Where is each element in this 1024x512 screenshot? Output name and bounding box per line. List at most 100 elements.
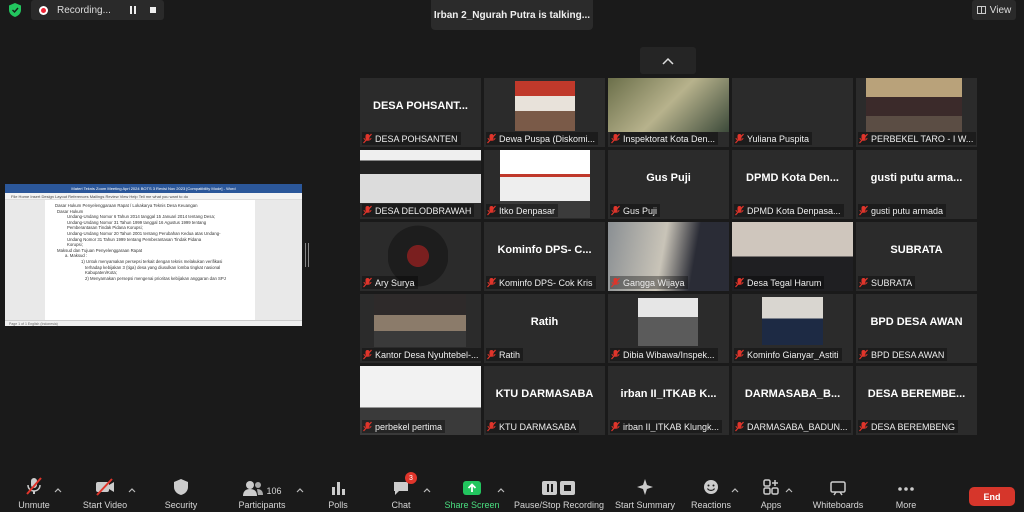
participant-name-tag: DARMASABA_BADUN... xyxy=(734,420,851,433)
participant-tile[interactable]: PERBEKEL TARO - I W... xyxy=(856,78,977,147)
shield-icon[interactable] xyxy=(9,3,21,17)
stop-recording-icon[interactable] xyxy=(148,5,158,15)
chat-button[interactable]: 3 Chat xyxy=(389,472,417,512)
participant-name: gusti putu armada xyxy=(871,205,944,216)
participant-name-tag: SUBRATA xyxy=(858,276,916,289)
participant-name: DARMASABA_BADUN... xyxy=(747,421,848,432)
participant-tile[interactable]: Kantor Desa Nyuhtebel-... xyxy=(360,294,481,363)
muted-mic-icon xyxy=(611,133,620,144)
document-title-bar: Materi Teknis Zoom Meeting Apri 2024 BOT… xyxy=(5,184,302,193)
chevron-up-icon[interactable] xyxy=(54,487,62,493)
participant-tile[interactable]: Kominfo DPS- C... Kominfo DPS- Cok Kris xyxy=(484,222,605,291)
reactions-button[interactable]: Reactions xyxy=(691,474,731,512)
polls-button[interactable]: Polls xyxy=(326,474,350,512)
participant-tile[interactable]: Kominfo Gianyar_Astiti xyxy=(732,294,853,363)
participant-name-tag: Kantor Desa Nyuhtebel-... xyxy=(362,348,481,361)
end-meeting-button[interactable]: End xyxy=(969,487,1015,506)
participant-name-tag: Dibia Wibawa/Inspek... xyxy=(610,348,718,361)
participant-name: DPMD Kota Denpasa... xyxy=(747,205,841,216)
participant-tile[interactable]: Dewa Puspa (Diskomi... xyxy=(484,78,605,147)
chevron-up-icon[interactable] xyxy=(731,487,739,493)
participant-tile[interactable]: perbekel pertima xyxy=(360,366,481,435)
participant-name: DESA BEREMBENG xyxy=(871,421,956,432)
participant-tile[interactable]: Gus Puji Gus Puji xyxy=(608,150,729,219)
participant-display-name: Ratih xyxy=(530,316,559,328)
participant-name-tag: irban II_ITKAB Klungk... xyxy=(610,420,723,433)
pause-stop-recording-button[interactable]: Pause/Stop Recording xyxy=(513,474,605,512)
chevron-up-icon[interactable] xyxy=(423,487,431,493)
participant-tile[interactable]: DESA BEREMBE... DESA BEREMBENG xyxy=(856,366,977,435)
participant-name: Dibia Wibawa/Inspek... xyxy=(623,349,715,360)
apps-button[interactable]: Apps xyxy=(759,474,783,512)
gallery-scroll-up-button[interactable] xyxy=(640,47,696,74)
video-off-icon xyxy=(96,478,114,496)
muted-mic-icon xyxy=(859,277,868,288)
security-button[interactable]: Security xyxy=(163,474,199,512)
participant-name: Dewa Puspa (Diskomi... xyxy=(499,133,596,144)
participant-tile[interactable]: Yuliana Puspita xyxy=(732,78,853,147)
participant-display-name: DESA POHSANT... xyxy=(373,100,468,112)
participant-name: Ary Surya xyxy=(375,277,415,288)
participant-tile[interactable]: DESA DELODBRAWAH xyxy=(360,150,481,219)
participant-tile[interactable]: Dibia Wibawa/Inspek... xyxy=(608,294,729,363)
participant-tile[interactable]: DPMD Kota Den... DPMD Kota Denpasa... xyxy=(732,150,853,219)
chevron-up-icon[interactable] xyxy=(497,487,505,493)
participant-display-name: irban II_ITKAB K... xyxy=(620,388,717,400)
muted-mic-icon xyxy=(611,205,620,216)
start-summary-button[interactable]: Start Summary xyxy=(614,474,676,512)
muted-mic-icon xyxy=(363,349,372,360)
participant-name-tag: Inspektorat Kota Den... xyxy=(610,132,719,145)
view-button[interactable]: View xyxy=(972,0,1016,20)
participant-video xyxy=(515,81,575,131)
pause-recording-icon[interactable] xyxy=(128,5,138,15)
participant-tile[interactable]: KTU DARMASABA KTU DARMASABA xyxy=(484,366,605,435)
participant-tile[interactable]: Itko Denpasar xyxy=(484,150,605,219)
muted-mic-icon xyxy=(735,421,744,432)
chevron-up-icon xyxy=(662,57,674,65)
participant-name-tag: DESA POHSANTEN xyxy=(362,132,461,145)
participant-name: perbekel pertima xyxy=(375,421,443,432)
participant-name-tag: Yuliana Puspita xyxy=(734,132,813,145)
participant-name: DESA DELODBRAWAH xyxy=(375,205,472,216)
grid-view-icon xyxy=(976,6,986,14)
participant-name-tag: gusti putu armada xyxy=(858,204,947,217)
whiteboard-icon xyxy=(830,481,846,496)
muted-mic-icon xyxy=(859,205,868,216)
participant-tile[interactable]: Ary Surya xyxy=(360,222,481,291)
muted-mic-icon xyxy=(363,205,372,216)
unmute-button[interactable]: Unmute xyxy=(14,474,54,512)
participant-name-tag: BPD DESA AWAN xyxy=(858,348,948,361)
muted-mic-icon xyxy=(487,349,496,360)
participant-tile[interactable]: Inspektorat Kota Den... xyxy=(608,78,729,147)
participant-video xyxy=(638,298,698,346)
participant-name: Inspektorat Kota Den... xyxy=(623,133,716,144)
participant-tile[interactable]: gusti putu arma... gusti putu armada xyxy=(856,150,977,219)
muted-mic-icon xyxy=(859,133,868,144)
share-screen-button[interactable]: Share Screen xyxy=(444,474,500,512)
participant-name: Gus Puji xyxy=(623,205,658,216)
muted-mic-icon xyxy=(487,277,496,288)
split-view-handle[interactable] xyxy=(305,243,309,267)
participant-video xyxy=(374,294,466,347)
whiteboards-button[interactable]: Whiteboards xyxy=(810,474,866,512)
start-video-button[interactable]: Start Video xyxy=(81,474,129,512)
participant-tile[interactable]: DESA POHSANT... DESA POHSANTEN xyxy=(360,78,481,147)
document-ribbon: File Home Insert Design Layout Reference… xyxy=(5,193,302,200)
participant-tile[interactable]: Gangga Wijaya xyxy=(608,222,729,291)
active-speaker-banner: Irban 2_Ngurah Putra is talking... xyxy=(431,0,593,30)
participant-name-tag: Desa Tegal Harum xyxy=(734,276,825,289)
muted-mic-icon xyxy=(363,277,372,288)
participant-tile[interactable]: Desa Tegal Harum xyxy=(732,222,853,291)
participant-tile[interactable]: DARMASABA_B... DARMASABA_BADUN... xyxy=(732,366,853,435)
participant-tile[interactable]: irban II_ITKAB K... irban II_ITKAB Klungk… xyxy=(608,366,729,435)
chevron-up-icon[interactable] xyxy=(785,487,793,493)
participant-name: PERBEKEL TARO - I W... xyxy=(871,133,974,144)
chevron-up-icon[interactable] xyxy=(296,487,304,493)
participant-tile[interactable]: Ratih Ratih xyxy=(484,294,605,363)
participants-button[interactable]: 106 Participants xyxy=(234,474,290,512)
more-button[interactable]: More xyxy=(893,474,919,512)
chevron-up-icon[interactable] xyxy=(128,487,136,493)
participant-tile[interactable]: SUBRATA SUBRATA xyxy=(856,222,977,291)
participant-tile[interactable]: BPD DESA AWAN BPD DESA AWAN xyxy=(856,294,977,363)
muted-mic-icon xyxy=(735,349,744,360)
